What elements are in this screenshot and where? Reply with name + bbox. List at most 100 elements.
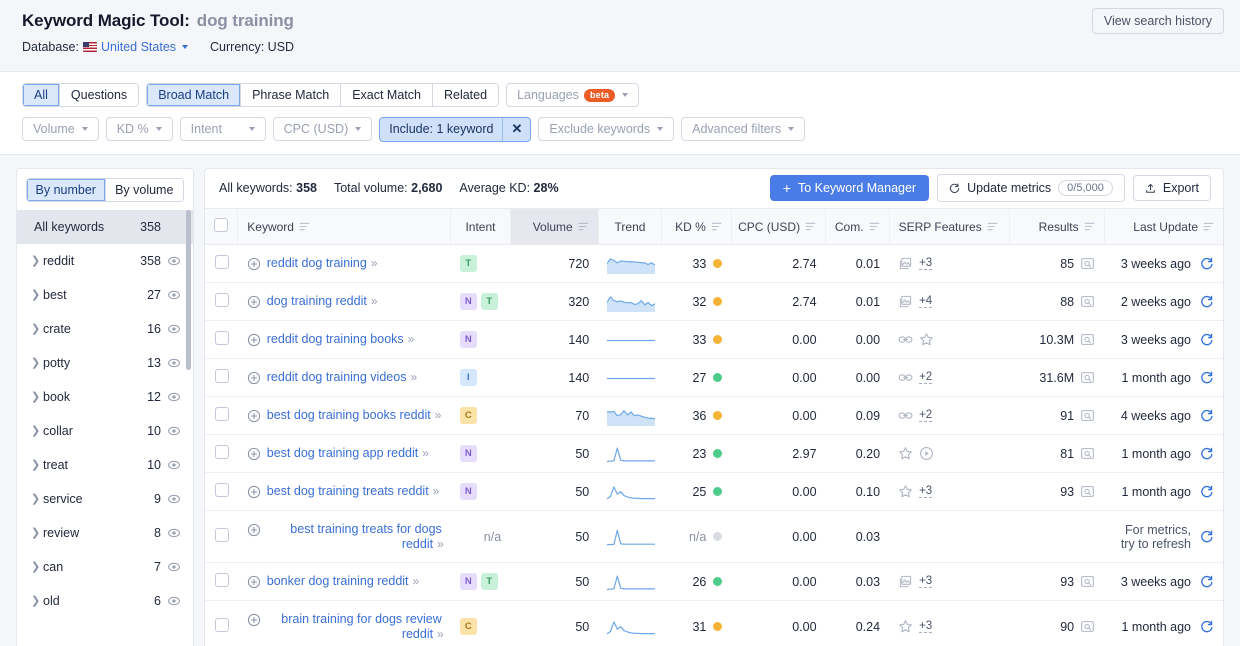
refresh-icon[interactable]	[1200, 530, 1214, 544]
refresh-icon[interactable]	[1200, 620, 1214, 634]
serp-more-link[interactable]: +3	[919, 485, 932, 498]
table-row[interactable]: best dog training treats reddit» N 50 25…	[205, 473, 1223, 511]
column-header-volume[interactable]: Volume	[510, 209, 598, 245]
row-checkbox[interactable]	[215, 369, 229, 383]
serp-more-link[interactable]: +2	[919, 371, 932, 384]
add-keyword-icon[interactable]	[247, 295, 261, 309]
to-keyword-manager-button[interactable]: + To Keyword Manager	[770, 175, 929, 201]
row-checkbox[interactable]	[215, 445, 229, 459]
column-header-trend[interactable]: Trend	[598, 209, 661, 245]
row-checkbox[interactable]	[215, 255, 229, 269]
star-icon[interactable]	[919, 332, 934, 347]
sort-icon[interactable]	[805, 222, 816, 231]
intent-badge-I[interactable]: I	[460, 369, 477, 386]
results-search-icon[interactable]	[1080, 619, 1095, 634]
column-header-cpc[interactable]: CPC (USD)	[731, 209, 825, 245]
eye-icon[interactable]	[167, 526, 181, 540]
tab-broad-match[interactable]: Broad Match	[147, 84, 241, 106]
keyword-link[interactable]: best dog training treats reddit»	[267, 484, 438, 499]
kd-filter-dropdown[interactable]: KD %	[106, 117, 173, 141]
eye-icon[interactable]	[167, 458, 181, 472]
eye-icon[interactable]	[167, 424, 181, 438]
view-search-history-button[interactable]: View search history	[1092, 8, 1224, 34]
sidebar-scrollbar[interactable]	[186, 210, 191, 370]
add-keyword-icon[interactable]	[247, 371, 261, 385]
table-row[interactable]: reddit dog training» T 720 33 2.74 0.01 …	[205, 245, 1223, 283]
intent-badge-T[interactable]: T	[481, 573, 498, 590]
select-all-checkbox[interactable]	[214, 218, 228, 232]
add-keyword-icon[interactable]	[247, 523, 261, 537]
tab-all[interactable]: All	[23, 84, 60, 106]
column-header-intent[interactable]: Intent	[451, 209, 510, 245]
column-header-kd[interactable]: KD %	[662, 209, 732, 245]
add-keyword-icon[interactable]	[247, 409, 261, 423]
table-row[interactable]: best training treats for dogs reddit» n/…	[205, 511, 1223, 563]
tab-questions[interactable]: Questions	[60, 84, 138, 106]
include-keywords-filter[interactable]: Include: 1 keyword ✕	[379, 117, 531, 142]
sidebar-item-best[interactable]: ❯ best 27	[17, 278, 193, 312]
open-keyword-icon[interactable]: »	[408, 332, 413, 346]
eye-icon[interactable]	[167, 390, 181, 404]
eye-icon[interactable]	[167, 560, 181, 574]
row-checkbox[interactable]	[215, 331, 229, 345]
refresh-icon[interactable]	[1200, 371, 1214, 385]
sort-icon[interactable]	[987, 222, 998, 231]
image-icon[interactable]	[898, 294, 913, 309]
column-header-keyword[interactable]: Keyword	[238, 209, 451, 245]
image-icon[interactable]	[898, 574, 913, 589]
image-icon[interactable]	[898, 256, 913, 271]
toggle-by-number[interactable]: By number	[27, 179, 106, 201]
results-search-icon[interactable]	[1080, 256, 1095, 271]
tab-related[interactable]: Related	[433, 84, 498, 106]
cpc-filter-dropdown[interactable]: CPC (USD)	[273, 117, 373, 141]
intent-badge-T[interactable]: T	[460, 255, 477, 272]
table-row[interactable]: reddit dog training videos» I 140 27 0.0…	[205, 359, 1223, 397]
open-keyword-icon[interactable]: »	[433, 484, 438, 498]
refresh-icon[interactable]	[1200, 257, 1214, 271]
table-row[interactable]: best dog training books reddit» C 70 36 …	[205, 397, 1223, 435]
intent-badge-T[interactable]: T	[481, 293, 498, 310]
results-search-icon[interactable]	[1080, 446, 1095, 461]
refresh-icon[interactable]	[1200, 447, 1214, 461]
toggle-by-volume[interactable]: By volume	[106, 179, 184, 201]
row-checkbox[interactable]	[215, 573, 229, 587]
keyword-link[interactable]: best training treats for dogs reddit»	[267, 522, 442, 552]
keyword-link[interactable]: reddit dog training»	[267, 256, 376, 271]
table-row[interactable]: dog training reddit» NT 320 32 2.74 0.01…	[205, 283, 1223, 321]
export-button[interactable]: Export	[1133, 175, 1211, 201]
eye-icon[interactable]	[167, 492, 181, 506]
sort-icon[interactable]	[299, 222, 310, 231]
keyword-link[interactable]: reddit dog training books»	[267, 332, 413, 347]
results-search-icon[interactable]	[1080, 574, 1095, 589]
video-icon[interactable]	[919, 446, 934, 461]
sidebar-item-crate[interactable]: ❯ crate 16	[17, 312, 193, 346]
refresh-icon[interactable]	[1200, 575, 1214, 589]
sidebar-item-can[interactable]: ❯ can 7	[17, 550, 193, 584]
sort-icon[interactable]	[1203, 222, 1214, 231]
serp-more-link[interactable]: +4	[919, 295, 932, 308]
sidebar-item-collar[interactable]: ❯ collar 10	[17, 414, 193, 448]
add-keyword-icon[interactable]	[247, 447, 261, 461]
results-search-icon[interactable]	[1080, 332, 1095, 347]
eye-icon[interactable]	[167, 322, 181, 336]
keyword-link[interactable]: best dog training books reddit»	[267, 408, 440, 423]
refresh-icon[interactable]	[1200, 295, 1214, 309]
exclude-keywords-dropdown[interactable]: Exclude keywords	[538, 117, 674, 141]
column-header-results[interactable]: Results	[1010, 209, 1104, 245]
results-search-icon[interactable]	[1080, 294, 1095, 309]
eye-icon[interactable]	[167, 356, 181, 370]
open-keyword-icon[interactable]: »	[371, 256, 376, 270]
keyword-link[interactable]: brain training for dogs review reddit»	[267, 612, 442, 642]
close-icon[interactable]: ✕	[502, 118, 530, 141]
sort-icon[interactable]	[711, 222, 722, 231]
results-search-icon[interactable]	[1080, 370, 1095, 385]
table-row[interactable]: best dog training app reddit» N 50 23 2.…	[205, 435, 1223, 473]
add-keyword-icon[interactable]	[247, 485, 261, 499]
refresh-icon[interactable]	[1200, 409, 1214, 423]
eye-icon[interactable]	[167, 288, 181, 302]
results-search-icon[interactable]	[1080, 408, 1095, 423]
star-icon[interactable]	[898, 446, 913, 461]
open-keyword-icon[interactable]: »	[435, 408, 440, 422]
refresh-icon[interactable]	[1200, 485, 1214, 499]
sidebar-item-book[interactable]: ❯ book 12	[17, 380, 193, 414]
